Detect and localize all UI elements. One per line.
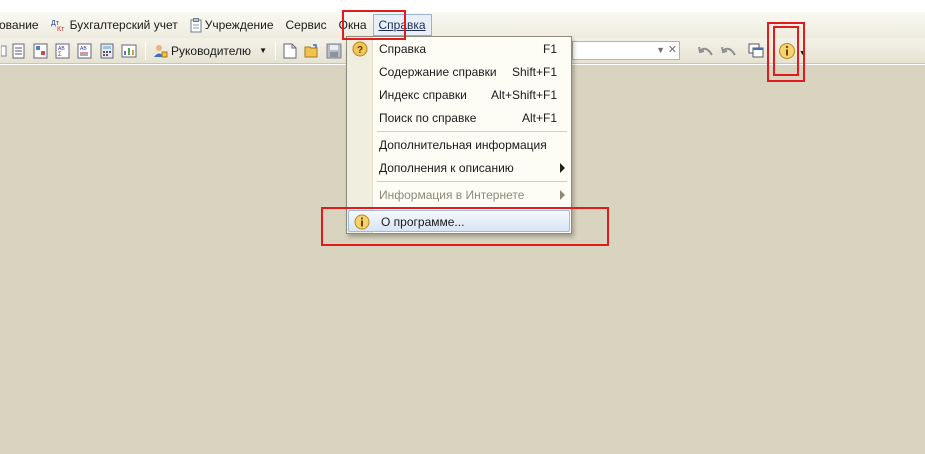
menu-item-label: Сервис (285, 18, 327, 32)
menu-item-shortcut: Alt+Shift+F1 (490, 88, 557, 102)
menu-item-shortcut: Shift+F1 (511, 65, 557, 79)
menu-item-truncated[interactable]: ование (0, 14, 45, 36)
new-document-icon[interactable] (280, 41, 300, 61)
help-menu-item-contents[interactable]: Содержание справки Shift+F1 (347, 61, 571, 83)
main-menubar: ование Дт Кт Бухгалтерский учет Учрежден… (0, 12, 925, 38)
info-dropdown-caret[interactable]: ▼ (799, 50, 806, 57)
manager-dropdown-caret[interactable]: ▼ (259, 46, 267, 55)
calculator-icon[interactable] (97, 41, 117, 61)
help-menu-item-help[interactable]: ? Справка F1 (347, 38, 571, 60)
top-strip (0, 0, 925, 12)
menu-item-accounting[interactable]: Дт Кт Бухгалтерский учет (45, 14, 184, 36)
menu-item-label: Справка (379, 42, 427, 56)
svg-text:AB: AB (80, 46, 87, 52)
menu-item-label: Бухгалтерский учет (69, 18, 178, 32)
menu-item-service[interactable]: Сервис (280, 14, 333, 36)
journal-icon[interactable] (31, 41, 51, 61)
windows-icon[interactable] (747, 42, 765, 60)
help-menu-dropdown: ? Справка F1 Содержание справки Shift+F1… (346, 36, 572, 234)
menu-separator (377, 181, 567, 182)
search-combobox[interactable]: ▼ ✕ (572, 41, 680, 60)
debit-credit-icon: Дт Кт (51, 18, 67, 32)
about-info-button[interactable] (777, 42, 797, 60)
menu-item-shortcut: F1 (542, 42, 557, 56)
toolbar-partial-icon[interactable] (0, 41, 8, 61)
menu-item-shortcut: Alt+F1 (521, 111, 557, 125)
help-menu-item-internet-info: Информация в Интернете (347, 184, 571, 206)
forward-icon[interactable] (720, 42, 738, 60)
info-icon (354, 214, 370, 230)
clipboard-icon (190, 17, 202, 33)
manager-icon (152, 43, 168, 59)
submenu-arrow-icon (560, 190, 565, 200)
help-menu-item-description-addons[interactable]: Дополнения к описанию (347, 157, 571, 179)
chart-icon[interactable] (119, 41, 139, 61)
toolbar-separator (274, 41, 276, 60)
menu-item-label: О программе... (381, 215, 465, 229)
svg-text:Σ: Σ (58, 52, 62, 58)
menu-item-institution[interactable]: Учреждение (184, 14, 280, 36)
help-menu-item-search[interactable]: Поиск по справке Alt+F1 (347, 107, 571, 129)
turnover-sheet-icon[interactable]: AB Σ (53, 41, 73, 61)
menu-separator (377, 131, 567, 132)
menu-item-label: Поиск по справке (379, 111, 477, 125)
help-menu-item-additional-info[interactable]: Дополнительная информация (347, 134, 571, 156)
chevron-down-icon[interactable]: ▼ (656, 45, 665, 55)
clear-icon[interactable]: ✕ (668, 43, 677, 56)
help-menu-item-about[interactable]: О программе... (348, 210, 570, 232)
info-icon (779, 43, 795, 59)
menu-item-label: Содержание справки (379, 65, 497, 79)
menu-item-label: ование (0, 18, 39, 32)
menu-item-label: Справка (378, 18, 426, 32)
help-menu-item-index[interactable]: Индекс справки Alt+Shift+F1 (347, 84, 571, 106)
menu-item-label: Дополнительная информация (379, 138, 547, 152)
menu-item-label: Учреждение (204, 18, 274, 32)
account-analysis-icon[interactable]: AB (75, 41, 95, 61)
menu-item-label: Индекс справки (379, 88, 467, 102)
manager-label: Руководителю (171, 43, 252, 58)
question-icon: ? (352, 41, 368, 57)
menu-item-label: Окна (338, 18, 367, 32)
open-folder-icon[interactable] (302, 41, 322, 61)
submenu-arrow-icon (560, 163, 565, 173)
svg-text:Кт: Кт (57, 26, 65, 32)
manager-button[interactable]: Руководителю (150, 43, 253, 59)
save-icon[interactable] (324, 41, 344, 61)
report-icon[interactable] (9, 41, 29, 61)
menu-separator (377, 208, 567, 209)
menu-item-label: Дополнения к описанию (379, 161, 514, 175)
menu-item-label: Информация в Интернете (379, 188, 525, 202)
toolbar-separator (145, 41, 146, 60)
menu-item-windows[interactable]: Окна (333, 14, 373, 36)
svg-text:?: ? (357, 45, 363, 56)
back-icon[interactable] (697, 42, 715, 60)
menu-item-help[interactable]: Справка (372, 14, 432, 36)
